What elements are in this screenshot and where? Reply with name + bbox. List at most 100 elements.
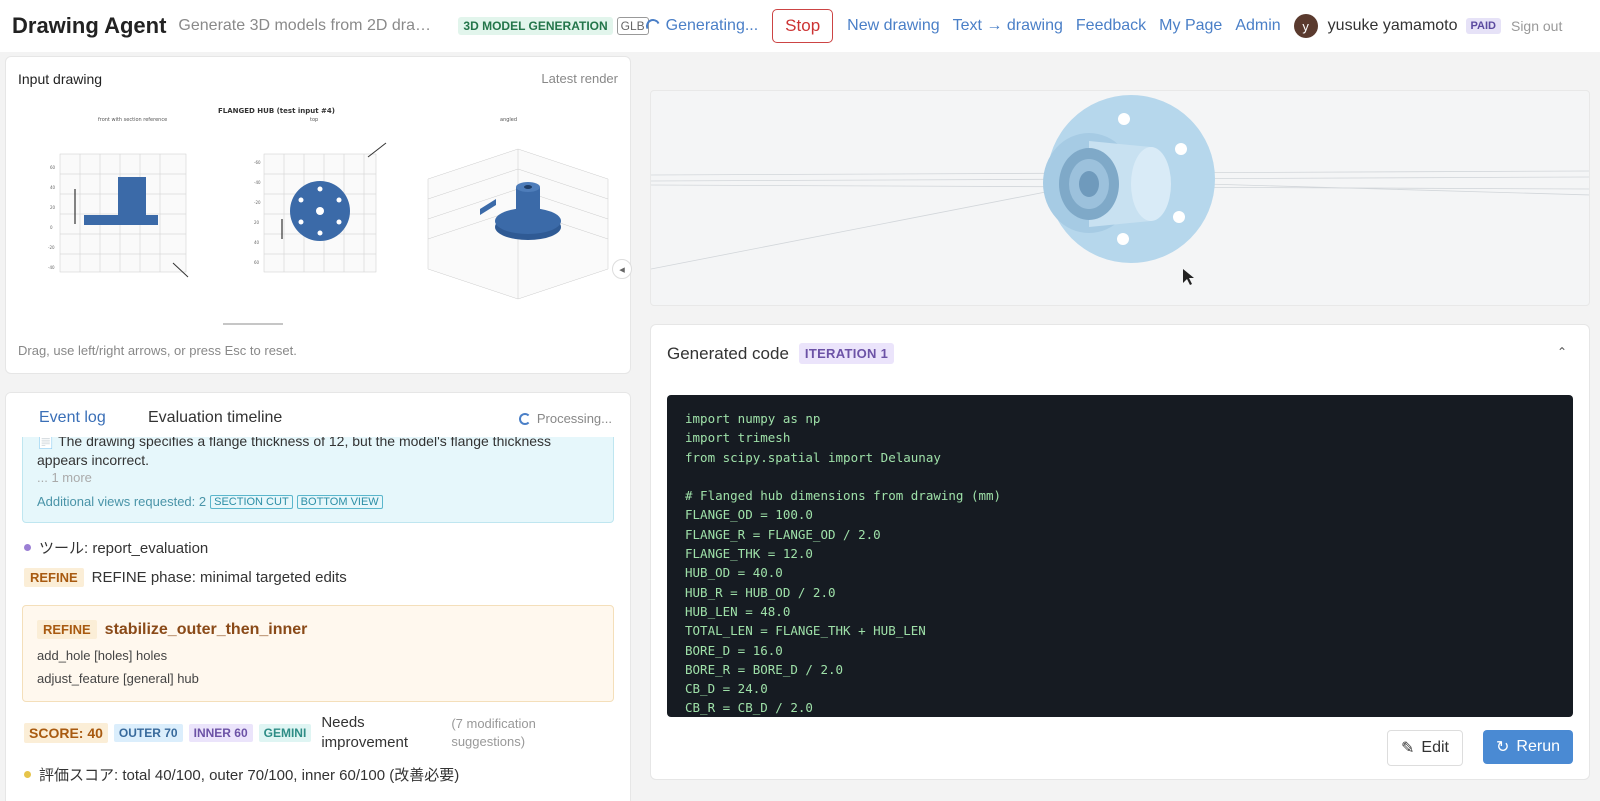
svg-text:-60: -60: [254, 160, 261, 165]
code-line: HUB_OD = 40.0: [685, 565, 783, 581]
processing-indicator: Processing...: [518, 411, 612, 426]
chevron-up-icon[interactable]: ⌃: [1557, 345, 1567, 359]
code-line: BORE_D = 16.0: [685, 642, 783, 658]
nav-admin[interactable]: Admin: [1235, 17, 1280, 35]
evaluation-message: The drawing specifies a flange thickness…: [37, 433, 552, 468]
top-bar: Drawing Agent Generate 3D models from 2D…: [0, 0, 1600, 52]
score-tag: SCORE: 40: [24, 723, 108, 743]
log-scroll[interactable]: 📄 The drawing specifies a flange thickne…: [6, 393, 630, 801]
refine-card: REFINE stabilize_outer_then_inner add_ho…: [22, 605, 614, 702]
code-line: CB_D = 24.0: [685, 681, 768, 697]
processing-text: Processing...: [536, 411, 612, 426]
svg-text:-20: -20: [48, 245, 55, 250]
svg-text:40: 40: [254, 240, 260, 245]
input-drawing-panel: Input drawing Latest render FLANGED HUB …: [5, 56, 632, 374]
code-line: import numpy as np: [685, 411, 821, 426]
log-entry-summary: 評価スコア: total 40/100, outer 70/100, inner…: [24, 764, 459, 785]
tab-evaluation-timeline[interactable]: Evaluation timeline: [148, 409, 282, 427]
refine-action: adjust_feature [general] hub: [37, 671, 199, 686]
log-entry-refine: REFINE REFINE phase: minimal targeted ed…: [24, 568, 347, 587]
nav-new-drawing[interactable]: New drawing: [847, 17, 939, 35]
plan-badge: PAID: [1465, 18, 1501, 34]
spinner-icon: [518, 412, 531, 425]
refine-strategy-name: stabilize_outer_then_inner: [104, 620, 308, 638]
code-line: # Flanged hub dimensions from drawing (m…: [685, 488, 1002, 504]
view-label-front: front with section reference: [98, 117, 167, 123]
avatar[interactable]: y: [1293, 14, 1318, 38]
drawing-hint: Drag, use left/right arrows, or press Es…: [18, 343, 297, 358]
svg-text:60: 60: [254, 260, 260, 265]
code-block[interactable]: import numpy as np import trimesh from s…: [667, 395, 1573, 717]
additional-views: Additional views requested: 2 SECTION CU…: [37, 494, 383, 509]
edit-label: Edit: [1421, 739, 1449, 756]
rerun-label: Rerun: [1516, 738, 1560, 755]
drawing-title-text: FLANGED HUB (test input #4): [218, 107, 335, 115]
sign-out-link[interactable]: Sign out: [1511, 18, 1562, 34]
refine-phase-text: REFINE phase: minimal targeted edits: [91, 569, 347, 586]
edit-icon: ✎: [1401, 740, 1415, 757]
code-line: from scipy.spatial import Delaunay: [685, 449, 941, 465]
refine-tag: REFINE: [24, 568, 84, 587]
model-tag: GEMINI: [258, 724, 312, 742]
app-subtitle: Generate 3D models from 2D drawings: [178, 17, 443, 34]
log-entry-tool: ツール: report_evaluation: [24, 537, 208, 558]
stop-button[interactable]: Stop: [772, 9, 834, 43]
evaluation-summary: 評価スコア: total 40/100, outer 70/100, inner…: [39, 767, 460, 784]
iteration-badge: ITERATION 1: [798, 343, 895, 364]
svg-text:40: 40: [50, 185, 56, 190]
input-drawing-title: Input drawing: [18, 71, 103, 87]
code-header[interactable]: Generated code ITERATION 1: [667, 343, 895, 364]
nav-feedback[interactable]: Feedback: [1076, 17, 1146, 35]
view-chip-section-cut: SECTION CUT: [210, 494, 293, 509]
svg-text:60: 60: [50, 165, 56, 170]
code-line: BORE_R = BORE_D / 2.0: [685, 661, 844, 677]
modification-count: (7 modification suggestions): [451, 716, 536, 749]
event-log-panel: 📄 The drawing specifies a flange thickne…: [5, 392, 631, 801]
code-line: import trimesh: [685, 430, 791, 446]
more-link[interactable]: ... 1 more: [37, 470, 92, 485]
generated-code-panel: Generated code ITERATION 1 ⌃ import nump…: [650, 324, 1590, 780]
code-line: FLANGE_R = FLANGE_OD / 2.0: [685, 526, 881, 542]
nav-my-page[interactable]: My Page: [1159, 17, 1222, 35]
rerun-button[interactable]: ↻ Rerun: [1483, 730, 1573, 764]
refresh-icon: ↻: [1496, 739, 1510, 756]
code-line: HUB_R = HUB_OD / 2.0: [685, 584, 836, 600]
code-line: HUB_LEN = 48.0: [685, 603, 791, 619]
view-chip-bottom-view: BOTTOM VIEW: [296, 494, 383, 509]
outer-score-tag: OUTER 70: [113, 724, 183, 742]
format-badge: GLB: [616, 17, 649, 35]
edit-button[interactable]: ✎ Edit: [1387, 730, 1463, 766]
3d-viewer[interactable]: [650, 90, 1590, 306]
app-title: Drawing Agent: [12, 13, 167, 38]
view-label-angled: angled: [500, 117, 517, 123]
verdict-text: Needs improvement: [321, 714, 409, 751]
collapse-arrow-icon[interactable]: ◂: [612, 259, 632, 279]
code-title: Generated code: [667, 343, 789, 363]
view-label-top: top: [310, 117, 318, 123]
svg-text:-20: -20: [254, 200, 261, 205]
refine-action: add_hole [holes] holes: [37, 648, 168, 663]
nav-text-to-drawing[interactable]: Text → drawing: [953, 17, 1063, 35]
refine-strategy-tag: REFINE: [37, 620, 97, 639]
svg-text:-40: -40: [254, 180, 261, 185]
evaluation-text: 📄 The drawing specifies a flange thickne…: [37, 432, 597, 470]
log-tabs: Event log Evaluation timeline Processing…: [6, 393, 630, 437]
latest-render-label: Latest render: [541, 71, 618, 86]
tool-text: ツール: report_evaluation: [39, 540, 209, 557]
score-row: SCORE: 40 OUTER 70 INNER 60 GEMINI Needs…: [24, 713, 614, 753]
mode-badge: 3D MODEL GENERATION: [458, 17, 613, 35]
dot-icon: [24, 771, 31, 778]
code-line: FLANGE_THK = 12.0: [685, 546, 813, 562]
svg-text:-40: -40: [48, 265, 55, 270]
tab-event-log[interactable]: Event log: [39, 409, 106, 427]
inner-score-tag: INNER 60: [188, 724, 253, 742]
code-line: TOTAL_LEN = FLANGE_THK + HUB_LEN: [685, 623, 926, 639]
code-line: CB_R = CB_D / 2.0: [685, 700, 813, 716]
generation-status: Generating...: [665, 17, 759, 34]
model-render: [651, 95, 1589, 285]
drawing-image: FLANGED HUB (test input #4) front with s…: [18, 99, 622, 339]
svg-text:20: 20: [254, 220, 260, 225]
svg-text:20: 20: [50, 205, 56, 210]
additional-views-label: Additional views requested: 2: [37, 494, 207, 509]
